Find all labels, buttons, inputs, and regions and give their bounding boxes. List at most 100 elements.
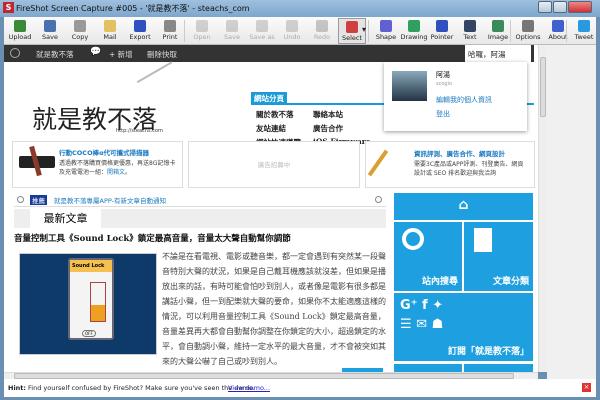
ad-text: 需要3C產品或APP評測、刊登廣告、網頁設計或 SEO 排名歡迎與我洽詢 xyxy=(414,161,524,177)
title-bar: S FireShot Screen Capture #005 - '就是教不落'… xyxy=(0,0,600,17)
empty-area xyxy=(547,45,596,380)
toolbar-button-open[interactable]: Open xyxy=(188,18,216,44)
toolbar-button-image[interactable]: Image xyxy=(484,18,512,44)
toolbar-button-label: Print xyxy=(162,33,178,41)
admin-greeting[interactable]: 哈囉，阿湯 xyxy=(465,45,531,62)
chevron-up-icon[interactable] xyxy=(375,196,382,203)
toolbar-button-label: Pointer xyxy=(430,33,454,41)
ad-title[interactable]: 行動COCO棒α代可攜式掃描器 xyxy=(59,147,149,157)
social-icons: G⁺ f ✦ ☰ ✉ ☗ xyxy=(400,298,444,332)
select-icon xyxy=(346,21,358,33)
toolbar-button-label: Open xyxy=(193,33,211,41)
about-icon xyxy=(552,20,564,32)
toolbar-button-tweet[interactable]: Tweet xyxy=(570,18,596,44)
shape-icon xyxy=(380,20,392,32)
hint-bar: Hint: Find yourself confused by FireShot… xyxy=(4,379,596,397)
text-icon xyxy=(464,20,476,32)
toolbar-button-label: Export xyxy=(129,33,151,41)
logout-link[interactable]: 登出 xyxy=(436,109,450,119)
image-icon xyxy=(492,20,504,32)
popup-username: scogio xyxy=(436,81,453,87)
toolbar-button-drawing[interactable]: Drawing xyxy=(400,18,428,44)
toolbar-button-label: Redo xyxy=(313,33,331,41)
app-logo: S xyxy=(3,2,14,13)
ad-box[interactable]: 資訊評測、廣告合作、網頁設計 需要3C產品或APP評測、刊登廣告、網頁設計或 S… xyxy=(365,141,535,188)
mail-icon xyxy=(104,20,116,32)
save-icon xyxy=(44,20,56,32)
menu-item[interactable]: 廣告合作 xyxy=(313,123,343,134)
admin-cache-link[interactable]: 刪除快取 xyxy=(147,49,177,60)
select-dropdown-button[interactable]: ▾ xyxy=(360,18,368,44)
scrollbar-thumb[interactable] xyxy=(540,57,546,117)
ad-title[interactable]: 資訊評測、廣告合作、網頁設計 xyxy=(414,148,505,158)
admin-site-link[interactable]: 就是教不落 xyxy=(36,49,74,60)
close-button[interactable] xyxy=(568,1,592,13)
vertical-scrollbar[interactable] xyxy=(538,45,547,372)
hint-label: Hint: xyxy=(8,384,27,392)
admin-new-link[interactable]: + 新增 xyxy=(109,49,133,60)
toolbar-button-label: Image xyxy=(487,33,509,41)
home-tile[interactable]: ⌂ xyxy=(394,193,533,220)
search-tile[interactable]: 站內搜尋 xyxy=(394,222,462,291)
admin-bar: 就是教不落 💬 + 新增 刪除快取 哈囉，阿湯 xyxy=(4,45,534,62)
ad-placeholder-text: 廣告招募中 xyxy=(257,161,291,169)
toolbar-button-save[interactable]: Save xyxy=(218,18,246,44)
toolbar-button-label: Text xyxy=(463,33,477,41)
subscribe-tile[interactable]: G⁺ f ✦ ☰ ✉ ☗ 訂閱「就是教不落」 xyxy=(394,293,533,361)
toolbar-button-export[interactable]: Export xyxy=(126,18,154,44)
toolbar-button-upload[interactable]: Upload xyxy=(6,18,34,44)
search-tile-label: 站內搜尋 xyxy=(421,277,458,287)
menu-item[interactable]: 友站連結 xyxy=(256,123,286,134)
close-hint-icon[interactable]: × xyxy=(582,383,591,392)
toolbar-button-shape[interactable]: Shape xyxy=(372,18,400,44)
toolbar-button-undo[interactable]: Undo xyxy=(278,18,306,44)
toolbar-button-save-as[interactable]: Save as xyxy=(248,18,276,44)
edit-profile-link[interactable]: 編輯我的個人資訊 xyxy=(436,95,492,105)
search-icon xyxy=(402,228,424,250)
menu-item[interactable]: 聯絡本站 xyxy=(313,109,343,120)
toolbar-button-label: Options xyxy=(515,33,541,41)
tile[interactable] xyxy=(464,364,533,372)
chevron-down-icon[interactable] xyxy=(17,196,24,203)
toolbar-button-label: About xyxy=(548,33,568,41)
toolbar-button-label: Save as xyxy=(249,33,275,41)
site-url: http://steachs.com xyxy=(116,128,163,134)
maximize-button[interactable] xyxy=(553,1,567,13)
toolbar-button-save[interactable]: Save xyxy=(36,18,64,44)
categories-tile[interactable]: 文章分類 xyxy=(464,222,533,291)
ad-link[interactable]: 開箱文 xyxy=(107,169,125,176)
toolbar-button-mail[interactable]: Mail xyxy=(96,18,124,44)
toolbar-button-about[interactable]: About xyxy=(544,18,572,44)
minimize-button[interactable] xyxy=(538,1,552,13)
notice-badge: 推薦 xyxy=(30,195,47,205)
ad-placeholder[interactable]: 廣告招募中 xyxy=(188,141,360,188)
toolbar-button-copy[interactable]: Copy xyxy=(66,18,94,44)
section-header: 最新文章 xyxy=(14,209,386,228)
subscribe-tile-label: 訂閱「就是教不落」 xyxy=(447,347,529,357)
menu-item[interactable]: 關於教不落 xyxy=(256,109,294,120)
categories-tile-label: 文章分類 xyxy=(492,277,529,287)
hint-text: Find yourself confused by FireShot? Make… xyxy=(28,384,255,392)
toolbar-button-redo[interactable]: Redo xyxy=(308,18,336,44)
toolbar-button-text[interactable]: Text xyxy=(456,18,484,44)
view-demo-link[interactable]: View demo... xyxy=(228,384,270,392)
browser-viewport: 就是教不落 💬 + 新增 刪除快取 哈囉，阿湯 就是教不落 http://ste… xyxy=(4,45,538,372)
post-title[interactable]: 音量控制工具《Sound Lock》鎖定最高音量，音量太大聲自動幫你調節 xyxy=(14,232,291,244)
toolbar-button-label: Mail xyxy=(103,33,117,41)
ad-text-tail: 。 xyxy=(125,169,132,176)
toolbar-button-pointer[interactable]: Pointer xyxy=(428,18,456,44)
paper-plane-icon xyxy=(136,61,182,99)
wordpress-icon[interactable] xyxy=(10,48,20,58)
notice-link[interactable]: 就是教不落專屬APP-有新文章自動通知 xyxy=(54,195,166,205)
toolbar-button-print[interactable]: Print xyxy=(156,18,184,44)
pen-image xyxy=(367,149,389,177)
upload-icon xyxy=(14,20,26,32)
comment-icon[interactable]: 💬 xyxy=(90,47,101,57)
toolbar-button-options[interactable]: Options xyxy=(514,18,542,44)
toolbar-separator xyxy=(510,20,511,42)
ad-box[interactable]: 行動COCO棒α代可攜式掃描器 透過教不落購買價格更優惠，再送8G記憶卡及充電電… xyxy=(12,141,183,188)
tile[interactable] xyxy=(394,364,462,372)
toolbar-separator xyxy=(368,20,369,42)
avatar xyxy=(392,71,427,101)
post-image[interactable]: Sound Lock OFF xyxy=(19,253,157,355)
